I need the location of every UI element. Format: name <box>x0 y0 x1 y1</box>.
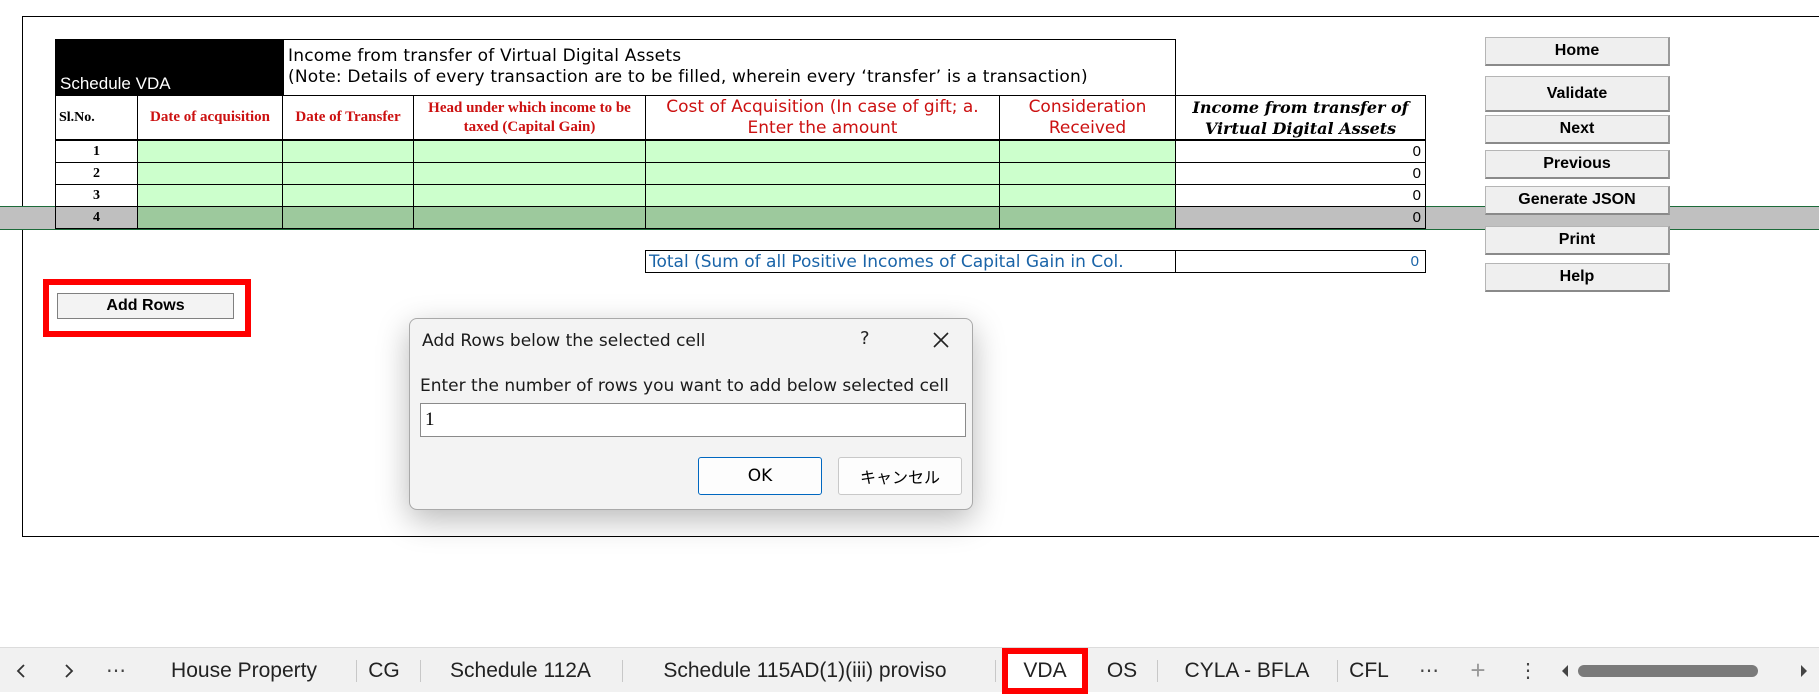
input-cell[interactable] <box>282 162 414 185</box>
input-cell[interactable] <box>282 206 414 229</box>
dialog-title: Add Rows below the selected cell <box>422 331 706 351</box>
tab-schedule-115ad-1-iii-proviso[interactable]: Schedule 115AD(1)(iii) proviso <box>630 648 980 693</box>
tab-cg[interactable]: CG <box>356 648 412 693</box>
validate-button[interactable]: Validate <box>1485 76 1670 112</box>
chevron-right-icon[interactable] <box>56 648 82 693</box>
row-number[interactable]: 4 <box>55 206 138 229</box>
rows-count-input[interactable] <box>420 403 966 437</box>
horizontal-scrollbar-thumb[interactable] <box>1578 665 1758 677</box>
input-cell[interactable] <box>137 162 283 185</box>
col-header-date-transfer: Date of Transfer <box>282 95 414 140</box>
input-cell[interactable] <box>137 206 283 229</box>
chevron-left-icon[interactable] <box>8 648 34 693</box>
more-tabs-right-icon[interactable]: ⋯ <box>1414 648 1444 693</box>
input-cell[interactable] <box>413 184 646 207</box>
schedule-heading-text: Schedule VDA <box>60 74 171 93</box>
input-cell[interactable] <box>645 206 1000 229</box>
row-number[interactable]: 2 <box>55 162 138 185</box>
scroll-left-arrow-icon[interactable] <box>1558 648 1572 693</box>
home-button[interactable]: Home <box>1485 37 1670 66</box>
more-tabs-left-icon[interactable]: ⋯ <box>101 648 131 693</box>
total-label: Total (Sum of all Positive Incomes of Ca… <box>645 250 1176 273</box>
cancel-button[interactable]: キャンセル <box>838 457 962 495</box>
add-rows-button[interactable]: Add Rows <box>57 293 234 319</box>
tab-separator <box>1157 660 1158 682</box>
input-cell[interactable] <box>137 184 283 207</box>
schedule-heading: Schedule VDA <box>55 39 284 96</box>
tab-os[interactable]: OS <box>1098 648 1146 693</box>
input-cell[interactable] <box>413 162 646 185</box>
options-icon[interactable]: ⋮ <box>1513 648 1543 693</box>
col-header-income: Income from transfer of Virtual Digital … <box>1175 95 1426 140</box>
input-cell[interactable] <box>999 140 1176 163</box>
input-cell[interactable] <box>282 184 414 207</box>
input-cell[interactable] <box>413 206 646 229</box>
dialog-help-button[interactable]: ? <box>860 328 870 349</box>
input-cell[interactable] <box>413 140 646 163</box>
tab-separator <box>420 660 421 682</box>
help-button[interactable]: Help <box>1485 263 1670 292</box>
previous-button[interactable]: Previous <box>1485 150 1670 179</box>
tab-vda[interactable]: VDA <box>1002 648 1088 694</box>
tab-separator <box>995 660 996 682</box>
generate-json-button[interactable]: Generate JSON <box>1485 186 1670 215</box>
income-value-cell[interactable]: 0 <box>1175 206 1426 229</box>
total-value: 0 <box>1175 250 1426 273</box>
schedule-title: Income from transfer of Virtual Digital … <box>283 39 1176 96</box>
ok-button[interactable]: OK <box>698 457 822 495</box>
input-cell[interactable] <box>282 140 414 163</box>
add-sheet-icon[interactable]: + <box>1463 648 1493 693</box>
input-cell[interactable] <box>137 140 283 163</box>
input-cell[interactable] <box>645 184 1000 207</box>
col-header-date-acquisition: Date of acquisition <box>137 95 283 140</box>
schedule-title-line1: Income from transfer of Virtual Digital … <box>288 46 682 66</box>
tab-cyla-bfla[interactable]: CYLA - BFLA <box>1166 648 1328 693</box>
col-header-consideration: Consideration Received <box>999 95 1176 140</box>
schedule-title-line2: (Note: Details of every transaction are … <box>288 67 1088 87</box>
print-button[interactable]: Print <box>1485 226 1670 255</box>
dialog-prompt: Enter the number of rows you want to add… <box>420 376 949 396</box>
tab-separator <box>622 660 623 682</box>
tab-schedule-112a[interactable]: Schedule 112A <box>431 648 610 693</box>
col-header-head: Head under which income to be taxed (Cap… <box>413 95 646 140</box>
scroll-right-arrow-icon[interactable] <box>1797 648 1811 693</box>
input-cell[interactable] <box>999 206 1176 229</box>
income-value-cell[interactable]: 0 <box>1175 140 1426 163</box>
col-header-cost: Cost of Acquisition (In case of gift; a.… <box>645 95 1000 140</box>
income-value-cell[interactable]: 0 <box>1175 162 1426 185</box>
row-number[interactable]: 3 <box>55 184 138 207</box>
col-header-slno: Sl.No. <box>55 95 138 140</box>
input-cell[interactable] <box>645 162 1000 185</box>
next-button[interactable]: Next <box>1485 115 1670 144</box>
input-cell[interactable] <box>645 140 1000 163</box>
tab-separator <box>1337 660 1338 682</box>
row-number[interactable]: 1 <box>55 140 138 163</box>
add-rows-dialog: Add Rows below the selected cell ? Enter… <box>409 318 973 510</box>
input-cell[interactable] <box>999 184 1176 207</box>
income-value-cell[interactable]: 0 <box>1175 184 1426 207</box>
tab-cfl[interactable]: CFL <box>1343 648 1395 693</box>
close-icon[interactable] <box>926 325 956 355</box>
tab-house-property[interactable]: House Property <box>152 648 336 693</box>
sheet-tab-bar: ⋯ House Property CG Schedule 112A Schedule … <box>0 647 1819 694</box>
input-cell[interactable] <box>999 162 1176 185</box>
